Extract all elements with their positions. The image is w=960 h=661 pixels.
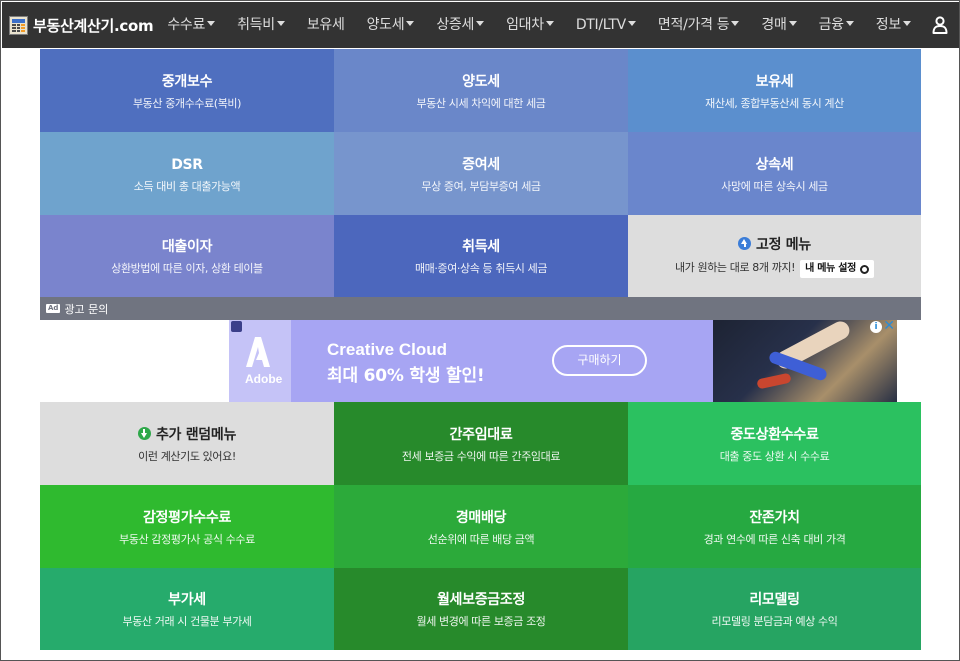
nav-menu: 수수료 취득비 보유세 양도세 상증세 임대차 DTI/LTV 면적/가격 등 …	[156, 2, 922, 48]
nav-item-area-price[interactable]: 면적/가격 등	[647, 2, 750, 48]
tile-transfer-tax[interactable]: 양도세 부동산 시세 차익에 대한 세금	[334, 49, 628, 132]
nav-item-holding-tax[interactable]: 보유세	[296, 2, 356, 48]
caret-down-icon	[476, 21, 485, 26]
nav-item-info[interactable]: 정보	[865, 2, 922, 48]
tile-loan-interest[interactable]: 대출이자 상환방법에 따른 이자, 상환 테이블	[40, 215, 334, 297]
tile-deemed-rent[interactable]: 간주임대료 전세 보증금 수익에 따른 간주임대료	[334, 402, 628, 485]
tile-vat[interactable]: 부가세 부동산 거래 시 건물분 부가세	[40, 568, 334, 650]
ad-buy-button[interactable]: 구매하기	[552, 345, 647, 376]
ad-badge: Ad	[46, 304, 61, 313]
caret-down-icon	[545, 21, 554, 26]
caret-down-icon	[902, 21, 911, 26]
tile-fixed-menu[interactable]: 고정 메뉴 내가 원하는 대로 8개 까지! 내 메뉴 설정	[628, 215, 921, 297]
close-icon[interactable]: ✕	[883, 320, 895, 333]
random-menu-grid: 추가 랜덤메뉴 이런 계산기도 있어요! 간주임대료 전세 보증금 수익에 따른…	[40, 402, 921, 650]
user-icon[interactable]	[932, 16, 948, 34]
calculator-icon	[9, 15, 28, 35]
page-frame: 부동산계산기.com 수수료 취득비 보유세 양도세 상증세 임대차 DTI/L…	[0, 0, 960, 661]
tile-prepayment-fee[interactable]: 중도상환수수료 대출 중도 상환 시 수수료	[628, 402, 921, 485]
nav-item-dti-ltv[interactable]: DTI/LTV	[565, 2, 647, 48]
nav-item-inheritance-gift[interactable]: 상증세	[425, 2, 495, 48]
caret-down-icon	[627, 21, 636, 26]
adobe-panel: Adobe	[229, 320, 291, 402]
tile-residual-value[interactable]: 잔존가치 경과 연수에 따른 신축 대비 가격	[628, 485, 921, 568]
ad-brand: Adobe	[245, 372, 283, 386]
nav-item-fee[interactable]: 수수료	[156, 2, 226, 48]
nav-item-transfer-tax[interactable]: 양도세	[356, 2, 426, 48]
tile-auction-dividend[interactable]: 경매배당 선순위에 따른 배당 금액	[334, 485, 628, 568]
ad-subline: 최대 60% 학생 할인!	[327, 366, 485, 386]
adchoice-icon	[231, 321, 242, 332]
tile-acquisition-tax[interactable]: 취득세 매매·증여·상속 등 취득시 세금	[334, 215, 628, 297]
top-menu-grid: 중개보수 부동산 중개수수료(복비) 양도세 부동산 시세 차익에 대한 세금 …	[40, 49, 921, 297]
brand-name: 부동산계산기.com	[33, 16, 154, 35]
ad-inquiry-bar[interactable]: Ad 광고 문의	[40, 297, 921, 320]
brand-link[interactable]: 부동산계산기.com	[2, 2, 154, 48]
caret-down-icon	[845, 21, 854, 26]
nav-item-lease[interactable]: 임대차	[495, 2, 565, 48]
tile-brokerage-fee[interactable]: 중개보수 부동산 중개수수료(복비)	[40, 49, 334, 132]
tile-rent-deposit-adjust[interactable]: 월세보증금조정 월세 변경에 따른 보증금 조정	[334, 568, 628, 650]
caret-down-icon	[276, 21, 285, 26]
nav-item-finance[interactable]: 금융	[808, 2, 865, 48]
caret-down-icon	[406, 21, 415, 26]
caret-down-icon	[731, 21, 740, 26]
tile-gift-tax[interactable]: 증여세 무상 증여, 부담부증여 세금	[334, 132, 628, 215]
gear-icon	[860, 264, 870, 274]
ad-photo	[713, 320, 897, 402]
top-navbar: 부동산계산기.com 수수료 취득비 보유세 양도세 상증세 임대차 DTI/L…	[2, 2, 959, 48]
ad-banner[interactable]: Adobe Creative Cloud 최대 60% 학생 할인! 구매하기 …	[229, 320, 897, 402]
info-icon[interactable]: i	[870, 321, 882, 333]
nav-item-auction[interactable]: 경매	[750, 2, 807, 48]
arrow-up-circle-icon	[738, 237, 752, 250]
adobe-logo-icon	[246, 337, 270, 367]
tile-appraisal-fee[interactable]: 감정평가수수료 부동산 감정평가사 공식 수수료	[40, 485, 334, 568]
tile-remodeling[interactable]: 리모델링 리모델링 분담금과 예상 수익	[628, 568, 921, 650]
tile-inheritance-tax[interactable]: 상속세 사망에 따른 상속시 세금	[628, 132, 921, 215]
my-menu-settings-button[interactable]: 내 메뉴 설정	[800, 260, 875, 278]
tile-dsr[interactable]: DSR 소득 대비 총 대출가능액	[40, 132, 334, 215]
caret-down-icon	[207, 21, 216, 26]
nav-item-acquisition[interactable]: 취득비	[226, 2, 296, 48]
tile-holding-tax[interactable]: 보유세 재산세, 종합부동산세 동시 계산	[628, 49, 921, 132]
ad-inquiry-label: 광고 문의	[64, 302, 109, 316]
arrow-down-circle-icon	[137, 426, 151, 440]
tile-random-menu[interactable]: 추가 랜덤메뉴 이런 계산기도 있어요!	[40, 402, 334, 485]
caret-down-icon	[788, 21, 797, 26]
ad-headline: Creative Cloud	[327, 340, 447, 359]
